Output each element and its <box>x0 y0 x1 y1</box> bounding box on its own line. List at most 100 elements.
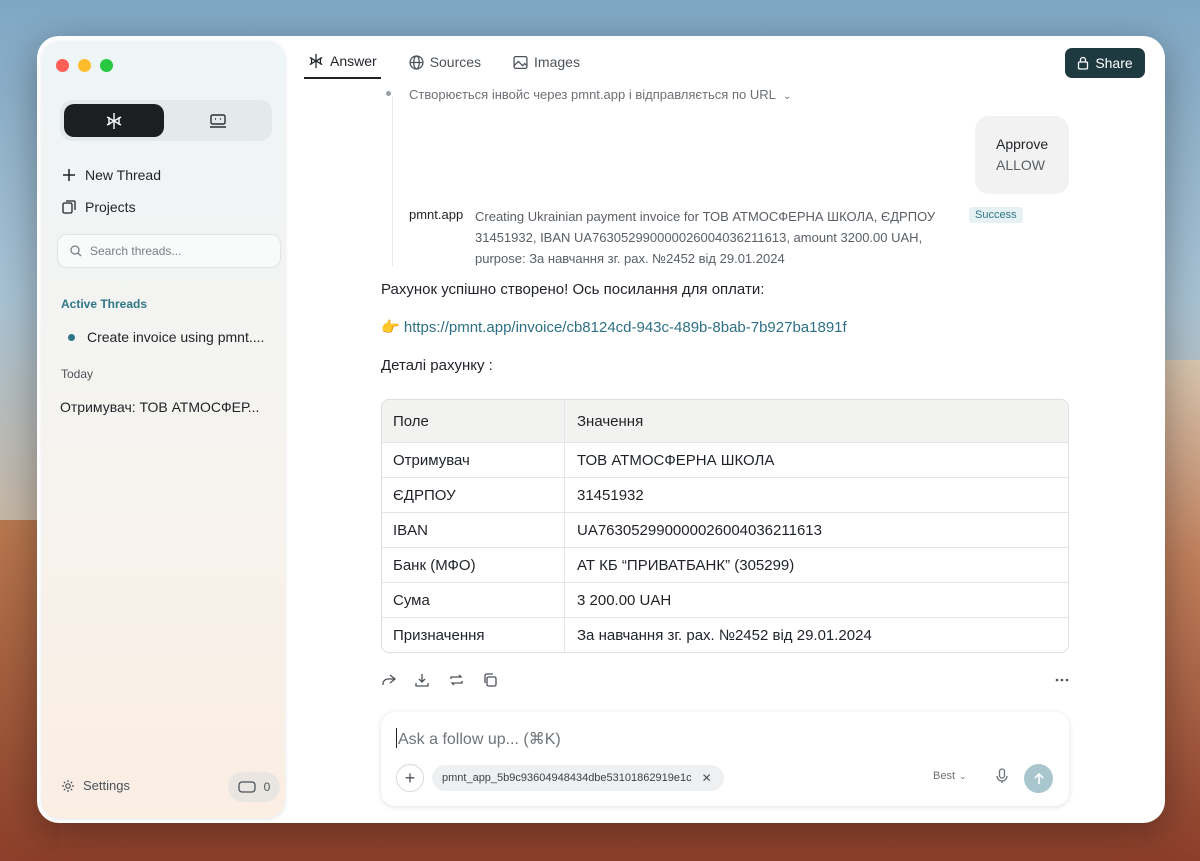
table-cell-value: ТОВ АТМОСФЕРНА ШКОЛА <box>577 451 775 469</box>
credits-badge[interactable]: 0 <box>228 772 280 802</box>
send-button[interactable] <box>1024 764 1053 793</box>
search-placeholder: Search threads... <box>90 244 182 258</box>
chevron-down-icon: ⌄ <box>782 91 792 102</box>
step-item[interactable]: Створюється інвойс через pmnt.app і відп… <box>409 87 791 102</box>
invoice-link-line: 👉 https://pmnt.app/invoice/cb8124cd-943c… <box>381 318 847 336</box>
table-header-value: Значення <box>577 412 644 430</box>
status-badge: Success <box>969 207 1023 223</box>
minimize-window-button[interactable] <box>78 59 91 72</box>
step-text: Створюється інвойс через pmnt.app і відп… <box>409 87 776 102</box>
table-cell-value: За навчання зг. рах. №2452 від 29.01.202… <box>577 626 872 644</box>
computer-icon <box>210 113 226 128</box>
step-bullet <box>386 91 391 96</box>
table-header-field: Поле <box>382 400 565 442</box>
invoice-details-table: Поле Значення Отримувач ТОВ АТМОСФЕРНА Ш… <box>381 399 1069 653</box>
globe-icon <box>409 54 424 70</box>
remove-attachment-icon[interactable]: ✕ <box>702 771 712 785</box>
approve-title: Approve <box>996 136 1049 152</box>
today-thread-item[interactable]: Отримувач: ТОВ АТМОСФЕР... <box>60 399 259 415</box>
computer-mode-button[interactable] <box>168 104 268 137</box>
table-cell-value: UA763052990000026004036211613 <box>577 521 822 539</box>
new-thread-button[interactable]: New Thread <box>62 167 161 183</box>
sparkle-icon <box>309 53 323 69</box>
close-window-button[interactable] <box>56 59 69 72</box>
rewrite-icon[interactable] <box>448 672 464 688</box>
share-label: Share <box>1095 55 1133 71</box>
settings-label: Settings <box>83 778 130 793</box>
tab-sources[interactable]: Sources <box>405 49 485 79</box>
table-cell-field: IBAN <box>382 513 565 547</box>
follow-up-input[interactable]: Ask a follow up... (⌘K) <box>398 729 561 749</box>
share-button[interactable]: Share <box>1065 48 1145 78</box>
credits-count: 0 <box>263 780 271 794</box>
view-tabs: Answer Sources Images <box>304 49 608 79</box>
approve-card[interactable]: Approve ALLOW <box>975 116 1069 194</box>
settings-button[interactable]: Settings <box>61 778 130 793</box>
share-arrow-icon[interactable] <box>380 672 396 688</box>
active-dot-icon <box>68 333 75 341</box>
model-selector[interactable]: Best ⌄ <box>933 770 967 782</box>
zoom-window-button[interactable] <box>100 59 113 72</box>
table-row: ЄДРПОУ 31451932 <box>382 477 1068 512</box>
search-threads-input[interactable]: Search threads... <box>57 234 281 268</box>
pointing-hand-icon: 👉 <box>381 319 400 336</box>
table-row: Отримувач ТОВ АТМОСФЕРНА ШКОЛА <box>382 442 1068 477</box>
active-threads-label: Active Threads <box>61 297 148 311</box>
approve-value: ALLOW <box>996 157 1046 173</box>
plus-icon <box>63 169 75 181</box>
answer-intro: Рахунок успішно створено! Ось посилання … <box>381 281 765 298</box>
table-cell-field: Призначення <box>382 618 565 652</box>
table-cell-field: Отримувач <box>382 443 565 477</box>
table-cell-value: АТ КБ “ПРИВАТБАНК” (305299) <box>577 556 795 574</box>
table-row: Сума 3 200.00 UAH <box>382 582 1068 617</box>
more-options-icon[interactable] <box>1054 672 1070 688</box>
new-thread-label: New Thread <box>85 167 162 183</box>
plus-icon: + <box>404 767 416 788</box>
tab-answer-label: Answer <box>330 53 377 69</box>
logo-icon <box>106 112 122 129</box>
ticket-icon <box>238 781 256 793</box>
app-window: New Thread Projects Search threads... Ac… <box>37 36 1165 823</box>
projects-label: Projects <box>85 199 136 215</box>
tab-images-label: Images <box>534 54 580 70</box>
table-cell-value: 31451932 <box>577 486 644 504</box>
tab-sources-label: Sources <box>429 54 482 70</box>
answer-actions <box>380 672 498 688</box>
table-cell-field: Банк (МФО) <box>382 548 565 582</box>
active-thread-item[interactable]: Create invoice using pmnt.... <box>68 329 264 345</box>
tool-description: Creating Ukrainian payment invoice for Т… <box>475 209 936 266</box>
copy-icon[interactable] <box>482 672 498 688</box>
arrow-up-icon <box>1033 772 1044 784</box>
mode-toggle <box>60 100 272 141</box>
follow-up-composer: Ask a follow up... (⌘K) + pmnt_app_5b9c9… <box>381 712 1069 806</box>
chevron-down-icon: ⌄ <box>959 770 967 781</box>
table-row: Призначення За навчання зг. рах. №2452 в… <box>382 617 1068 652</box>
model-label: Best <box>933 770 956 782</box>
invoice-link[interactable]: https://pmnt.app/invoice/cb8124cd-943c-4… <box>404 319 847 336</box>
attachment-chip[interactable]: pmnt_app_5b9c93604948434dbe53101862919e1… <box>432 765 724 791</box>
projects-icon <box>62 200 76 214</box>
table-header-row: Поле Значення <box>382 400 1068 442</box>
active-thread-title: Create invoice using pmnt.... <box>87 329 265 345</box>
today-label: Today <box>61 367 94 381</box>
tool-name: pmnt.app <box>409 207 464 222</box>
tab-images[interactable]: Images <box>509 49 584 79</box>
tab-answer[interactable]: Answer <box>304 49 381 79</box>
sidebar: New Thread Projects Search threads... Ac… <box>42 41 285 818</box>
lock-icon <box>1078 56 1089 70</box>
details-heading: Деталі рахунку : <box>381 357 493 374</box>
projects-button[interactable]: Projects <box>62 199 136 215</box>
microphone-icon[interactable] <box>996 768 1008 789</box>
step-timeline <box>392 96 393 266</box>
table-cell-field: Сума <box>382 583 565 617</box>
image-icon <box>513 55 528 69</box>
add-attachment-button[interactable]: + <box>396 764 424 792</box>
text-caret <box>396 728 397 748</box>
download-icon[interactable] <box>414 672 430 688</box>
search-mode-button[interactable] <box>64 104 164 137</box>
table-row: IBAN UA763052990000026004036211613 <box>382 512 1068 547</box>
search-icon <box>70 245 82 257</box>
attachment-name: pmnt_app_5b9c93604948434dbe53101862919e1… <box>442 772 692 784</box>
table-cell-value: 3 200.00 UAH <box>577 591 672 609</box>
table-cell-field: ЄДРПОУ <box>382 478 565 512</box>
